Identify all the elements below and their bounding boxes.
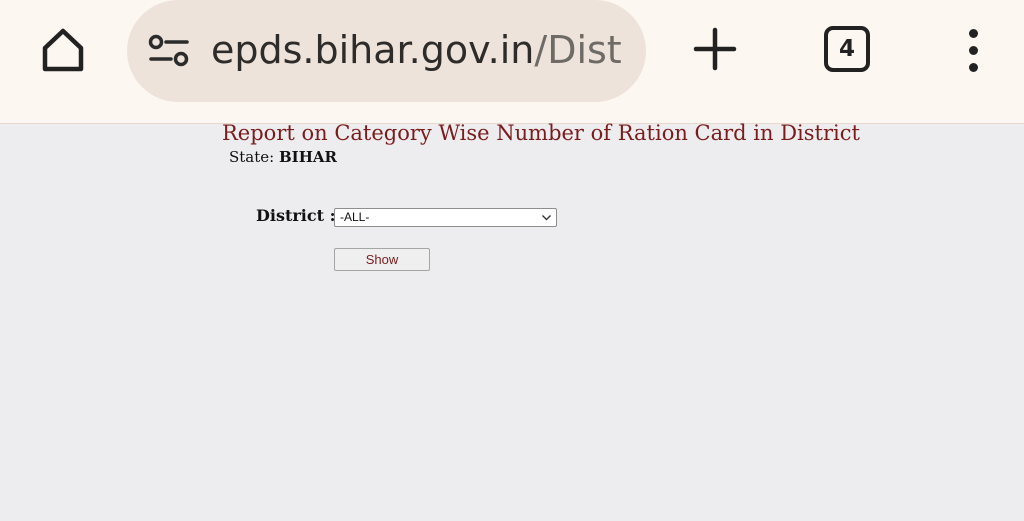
- district-selected-value: -ALL-: [340, 210, 370, 224]
- site-settings-icon[interactable]: [147, 34, 191, 68]
- plus-icon: [693, 27, 737, 71]
- state-line: State: BIHAR: [229, 148, 337, 168]
- tab-count: 4: [824, 26, 870, 72]
- district-select[interactable]: -ALL-: [334, 208, 557, 227]
- more-menu-button[interactable]: [956, 22, 990, 78]
- home-button[interactable]: [34, 22, 92, 78]
- tab-switcher-button[interactable]: 4: [820, 24, 874, 74]
- menu-dot-icon: [968, 62, 978, 72]
- url-path: /Distr: [534, 28, 625, 72]
- new-tab-button[interactable]: [690, 24, 740, 74]
- menu-dot-icon: [968, 28, 978, 38]
- state-value: BIHAR: [279, 148, 337, 166]
- url-domain: epds.bihar.gov.in: [211, 28, 535, 72]
- address-bar[interactable]: epds.bihar.gov.in/Distr: [127, 0, 646, 102]
- state-label: State:: [229, 148, 275, 166]
- home-icon: [42, 28, 84, 72]
- show-button[interactable]: Show: [334, 248, 430, 271]
- menu-dot-icon: [968, 45, 978, 55]
- browser-toolbar: epds.bihar.gov.in/Distr 4: [0, 0, 1024, 124]
- chevron-down-icon: [542, 215, 551, 221]
- page-title: Report on Category Wise Number of Ration…: [222, 121, 860, 145]
- district-label: District :: [256, 206, 336, 225]
- url-text[interactable]: epds.bihar.gov.in/Distr: [211, 22, 625, 78]
